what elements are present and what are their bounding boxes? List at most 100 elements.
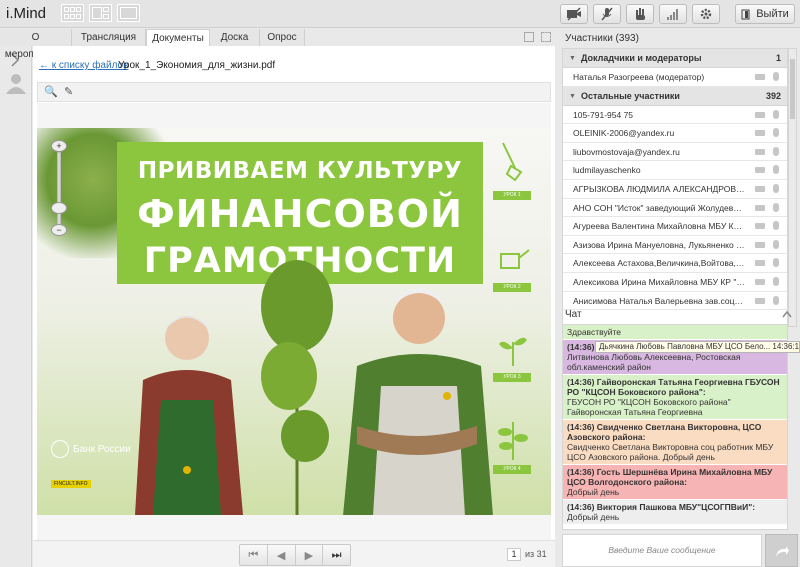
prev-page-button[interactable]: ◀	[268, 545, 296, 565]
participant-tooltip: Дьячкина Любовь Павловна МБУ ЦСО Бело...…	[595, 341, 800, 353]
stage-3-label: УРОК 3	[493, 373, 531, 382]
participant-row[interactable]: OLEINIK-2006@yandex.ru	[563, 124, 787, 143]
participant-name: OLEINIK-2006@yandex.ru	[573, 128, 675, 139]
participant-row[interactable]: ludmilayaschenko	[563, 161, 787, 180]
participant-row[interactable]: Алексикова Ирина Михайловна МБУ КР "ЦС..…	[563, 273, 787, 292]
raise-hand-button[interactable]	[626, 4, 654, 24]
fincult-logo: FINCULT.INFO	[51, 480, 91, 488]
participants-scrollbar[interactable]	[788, 48, 797, 327]
chat-message-body: Литвинова Любовь Алексеевна, Ростовская …	[567, 352, 741, 372]
group-others-count: 392	[765, 90, 781, 101]
bank-name: Банк России	[73, 443, 131, 455]
tab-documents[interactable]: Документы	[146, 29, 210, 47]
camera-toggle-button[interactable]	[560, 4, 588, 24]
layout-grid-button[interactable]	[61, 4, 84, 22]
layout-single-button[interactable]	[117, 4, 140, 22]
participant-row[interactable]: 105-791-954 75	[563, 106, 787, 125]
connection-quality-button[interactable]	[659, 4, 687, 24]
group-speakers[interactable]: ▼ Докладчики и модераторы 1	[563, 49, 787, 68]
zoom-out-icon[interactable]: −	[51, 224, 67, 236]
participants-list: ▼ Докладчики и модераторы 1 Наталья Разо…	[562, 48, 788, 327]
zoom-in-icon[interactable]: +	[51, 140, 67, 152]
mic-icon	[773, 295, 779, 305]
participant-row[interactable]: Наталья Разогреева (модератор)	[563, 68, 787, 87]
bank-emblem-icon	[51, 440, 69, 458]
camera-off-icon	[567, 7, 581, 21]
zoom-handle[interactable]	[51, 202, 67, 214]
chat-message-author: (14:36) Виктория Пашкова МБУ"ЦСОГПВиИ":	[567, 502, 756, 512]
mic-icon	[773, 183, 779, 193]
participant-name: liubovmostovaja@yandex.ru	[573, 146, 680, 157]
last-page-button[interactable]: ⏭	[323, 545, 350, 565]
sapling-image	[261, 260, 333, 515]
document-toolbar: 🔍 ✎	[37, 82, 551, 102]
scrollbar-thumb[interactable]	[790, 59, 795, 119]
group-others[interactable]: ▼ Остальные участники 392	[563, 86, 787, 106]
participant-row[interactable]: АГРЫЗКОВА ЛЮДМИЛА АЛЕКСАНДРОВНА	[563, 180, 787, 199]
chat-message: (14:36) Гость Шершнёва Ирина Михайловна …	[563, 465, 787, 500]
first-page-button[interactable]: ⏮	[240, 545, 268, 565]
page-number-input[interactable]: 1	[507, 548, 521, 561]
participant-row[interactable]: liubovmostovaja@yandex.ru	[563, 143, 787, 162]
tab-about[interactable]: О мероприятии	[0, 29, 72, 60]
fullscreen-button[interactable]	[541, 32, 551, 42]
document-header: ← к списку файлов Урок_1_Экономия_для_жи…	[33, 46, 555, 81]
man-figure	[343, 288, 493, 515]
settings-button[interactable]	[692, 4, 720, 24]
right-panel: Участники (393) ▼ Докладчики и модератор…	[560, 29, 800, 567]
pointer-tool-icon[interactable]: ✎	[64, 85, 73, 98]
next-page-button[interactable]: ▶	[296, 545, 324, 565]
participant-name: Азизова Ирина Мануеловна, Лукьяненко Ли.…	[573, 239, 745, 250]
camera-icon	[755, 111, 765, 118]
window-mode-button[interactable]	[524, 32, 534, 42]
participant-row[interactable]: Азизова Ирина Мануеловна, Лукьяненко Ли.…	[563, 236, 787, 255]
chat-message: Здравствуйте	[563, 325, 787, 340]
chevron-up-icon[interactable]	[782, 310, 792, 318]
chat-message: (14:36) Свидченко Светлана Викторовна, Ц…	[563, 420, 787, 465]
participant-row[interactable]: Анисимова Наталья Валерьевна зав.соц.отд…	[563, 292, 787, 311]
group-speakers-count: 1	[775, 53, 781, 63]
group-collapse-icon: ▼	[569, 55, 576, 62]
stage-3: УРОК 3	[493, 320, 549, 382]
top-bar: i.Mind Выйти	[0, 0, 800, 28]
chat-message-body: Свидченко Светлана Викторовна соц работн…	[567, 442, 774, 462]
mic-icon	[773, 72, 779, 81]
stage-4: УРОК 4	[493, 412, 549, 474]
mic-icon	[773, 258, 779, 268]
tab-poll[interactable]: Опрос	[260, 29, 305, 46]
mic-icon	[773, 276, 779, 286]
mic-icon	[773, 239, 779, 249]
chat-input[interactable]: Введите Ваше сообщение	[562, 534, 762, 567]
document-filename: Урок_1_Экономия_для_жизни.pdf	[118, 60, 276, 71]
document-viewer: ПРИВИВАЕМ КУЛЬТУРУ ФИНАНСОВОЙ ГРАМОТНОСТ…	[37, 103, 551, 540]
send-button[interactable]	[765, 534, 798, 567]
chat-message-body: Добрый день	[567, 512, 620, 522]
left-strip	[0, 29, 32, 567]
participant-row[interactable]: Агуреева Валентина Михайловна МБУ КР Ц..…	[563, 217, 787, 236]
participant-name: АГРЫЗКОВА ЛЮДМИЛА АЛЕКСАНДРОВНА	[573, 183, 745, 194]
tab-bar: О мероприятии Трансляция Документы Доска…	[0, 29, 555, 60]
bank-logo: Банк России	[51, 440, 131, 458]
send-arrow-icon	[775, 545, 789, 556]
participant-name: АНО СОН "Исток" заведующий Жолудева А.В.	[573, 202, 745, 213]
zoom-tool-icon[interactable]: 🔍	[44, 85, 58, 98]
back-to-files-link[interactable]: ← к списку файлов	[39, 60, 128, 71]
layout-split-button[interactable]	[89, 4, 112, 22]
shovel-icon	[502, 142, 523, 182]
group-others-title: Остальные участники	[581, 90, 680, 101]
zoom-track[interactable]	[57, 152, 61, 232]
stage-1-label: УРОК 1	[493, 191, 531, 200]
participant-name: Анисимова Наталья Валерьевна зав.соц.отд…	[573, 295, 745, 306]
stage-2-label: УРОК 2	[493, 283, 531, 292]
exit-button[interactable]: Выйти	[735, 4, 795, 24]
zoom-slider[interactable]: + −	[51, 140, 67, 240]
camera-icon	[755, 130, 765, 137]
participant-name: 105-791-954 75	[573, 109, 634, 120]
participant-row[interactable]: АНО СОН "Исток" заведующий Жолудева А.В.	[563, 199, 787, 218]
mic-icon	[773, 146, 779, 156]
participant-row[interactable]: Алексеева Астахова,Величкина,Войтова,В..…	[563, 254, 787, 273]
mic-icon	[773, 128, 779, 138]
mic-toggle-button[interactable]	[593, 4, 621, 24]
tab-board[interactable]: Доска	[210, 29, 260, 46]
tab-broadcast[interactable]: Трансляция	[72, 29, 146, 46]
